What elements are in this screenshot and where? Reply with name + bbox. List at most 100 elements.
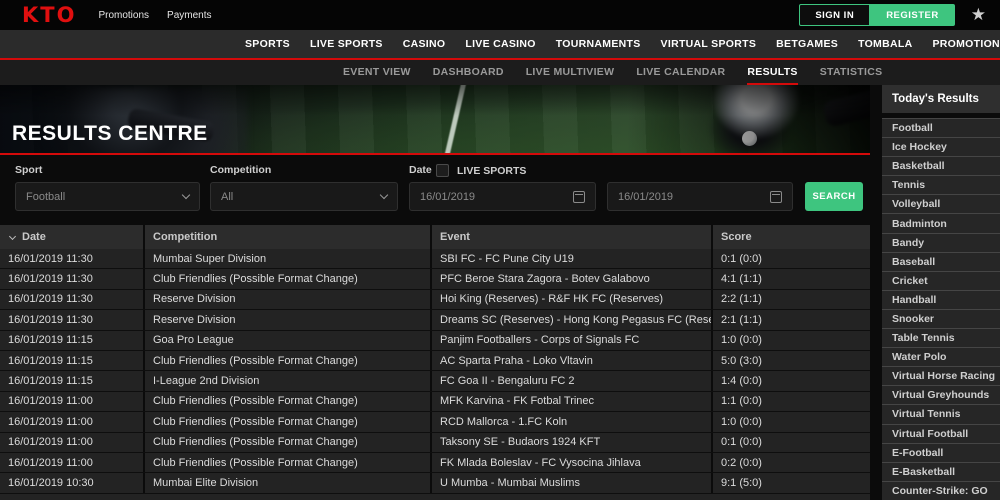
table-row[interactable]: 16/01/2019 11:00 Club Friendlies (Possib…	[0, 412, 870, 432]
sidebar-item-virtual-tennis[interactable]: Virtual Tennis	[882, 404, 1000, 423]
sidebar-item-water-polo[interactable]: Water Polo	[882, 347, 1000, 366]
sidebar-item-baseball[interactable]: Baseball	[882, 252, 1000, 271]
sidebar-item-badminton[interactable]: Badminton	[882, 213, 1000, 232]
sport-select-value: Football	[26, 191, 183, 203]
table-row[interactable]: 16/01/2019 11:15 I-League 2nd Division F…	[0, 371, 870, 391]
competition-select[interactable]: All	[210, 182, 398, 211]
sort-chevron-icon	[9, 232, 16, 239]
table-row[interactable]: 16/01/2019 11:00 Club Friendlies (Possib…	[0, 453, 870, 473]
top-link-promotions[interactable]: Promotions	[98, 10, 149, 21]
main-content: RESULTS CENTRE Sport Football Competitio…	[0, 85, 870, 500]
hero-banner: RESULTS CENTRE	[0, 85, 870, 155]
live-sports-checkbox[interactable]	[436, 164, 449, 177]
cell-date: 16/01/2019 11:30	[0, 290, 143, 309]
sidebar-item-handball[interactable]: Handball	[882, 290, 1000, 309]
nav-item-sports[interactable]: SPORTS	[245, 38, 290, 50]
sidebar-title: Today's Results	[882, 85, 1000, 113]
cell-date: 16/01/2019 11:30	[0, 310, 143, 329]
top-right: SIGN IN REGISTER ★	[799, 4, 986, 26]
sidebar-item-bandy[interactable]: Bandy	[882, 233, 1000, 252]
cell-date: 16/01/2019 11:00	[0, 433, 143, 452]
table-row[interactable]: 16/01/2019 10:30 Mumbai Elite Division U…	[0, 473, 870, 493]
cell-competition: Mumbai Super Division	[143, 249, 430, 268]
column-header-date[interactable]: Date	[0, 225, 143, 249]
sidebar-item-basketball[interactable]: Basketball	[882, 156, 1000, 175]
sidebar-list: Football Ice Hockey Basketball Tennis Vo…	[882, 118, 1000, 500]
nav-item-promotions[interactable]: PROMOTIONS	[932, 38, 1000, 50]
table-header: Date Competition Event Score	[0, 225, 870, 249]
sidebar-item-virtual-football[interactable]: Virtual Football	[882, 424, 1000, 443]
cell-date: 16/01/2019 11:30	[0, 249, 143, 268]
date-to-input[interactable]: 16/01/2019	[607, 182, 793, 211]
sidebar-item-e-football[interactable]: E-Football	[882, 443, 1000, 462]
nav-item-live-sports[interactable]: LIVE SPORTS	[310, 38, 383, 50]
cell-competition: Club Friendlies (Possible Format Change)	[143, 412, 430, 431]
favorites-star-icon[interactable]: ★	[971, 5, 986, 25]
sidebar-item-snooker[interactable]: Snooker	[882, 309, 1000, 328]
cell-score: 1:0 (0:0)	[711, 412, 870, 431]
tab-live-calendar[interactable]: LIVE CALENDAR	[636, 60, 725, 85]
sidebar-item-counter-strike[interactable]: Counter-Strike: GO	[882, 481, 1000, 500]
page: KTO Promotions Payments SIGN IN REGISTER…	[0, 0, 1000, 500]
nav-item-tombala[interactable]: TOMBALA	[858, 38, 912, 50]
kto-logo[interactable]: KTO	[22, 3, 76, 27]
sidebar-item-cricket[interactable]: Cricket	[882, 271, 1000, 290]
cell-competition: Club Friendlies (Possible Format Change)	[143, 392, 430, 411]
cell-event: AC Sparta Praha - Loko Vltavin	[430, 351, 711, 370]
cell-event: U Mumba - Mumbai Muslims	[430, 473, 711, 492]
register-button[interactable]: REGISTER	[870, 4, 955, 26]
table-row[interactable]: 16/01/2019 11:30 Reserve Division Hoi Ki…	[0, 290, 870, 310]
sidebar-item-tennis[interactable]: Tennis	[882, 175, 1000, 194]
sidebar-item-e-basketball[interactable]: E-Basketball	[882, 462, 1000, 481]
sidebar-item-volleyball[interactable]: Volleyball	[882, 194, 1000, 213]
cell-event: Dreams SC (Reserves) - Hong Kong Pegasus…	[430, 310, 711, 329]
cell-score: 2:2 (1:1)	[711, 290, 870, 309]
table-row[interactable]: 16/01/2019 11:30 Reserve Division Dreams…	[0, 310, 870, 330]
table-row[interactable]: 16/01/2019 11:30 Club Friendlies (Possib…	[0, 269, 870, 289]
sidebar-item-table-tennis[interactable]: Table Tennis	[882, 328, 1000, 347]
table-row[interactable]: 16/01/2019 11:00 Club Friendlies (Possib…	[0, 433, 870, 453]
table-row[interactable]: 16/01/2019 11:00 Club Friendlies (Possib…	[0, 392, 870, 412]
cell-event: FC Goa II - Bengaluru FC 2	[430, 371, 711, 390]
cell-event: PFC Beroe Stara Zagora - Botev Galabovo	[430, 269, 711, 288]
table-row-partial	[0, 494, 870, 500]
table-row[interactable]: 16/01/2019 11:15 Goa Pro League Panjim F…	[0, 331, 870, 351]
cell-date: 16/01/2019 11:00	[0, 412, 143, 431]
nav-item-tournaments[interactable]: TOURNAMENTS	[556, 38, 641, 50]
nav-item-virtual-sports[interactable]: VIRTUAL SPORTS	[661, 38, 757, 50]
top-link-payments[interactable]: Payments	[167, 10, 211, 21]
sport-select[interactable]: Football	[15, 182, 200, 211]
cell-competition: Reserve Division	[143, 310, 430, 329]
sign-in-button[interactable]: SIGN IN	[799, 4, 870, 26]
tab-live-multiview[interactable]: LIVE MULTIVIEW	[526, 60, 615, 85]
cell-score: 4:1 (1:1)	[711, 269, 870, 288]
cell-date: 16/01/2019 11:15	[0, 371, 143, 390]
column-header-date-label: Date	[22, 231, 46, 243]
tab-dashboard[interactable]: DASHBOARD	[433, 60, 504, 85]
sidebar-item-virtual-greyhounds[interactable]: Virtual Greyhounds	[882, 385, 1000, 404]
tab-event-view[interactable]: EVENT VIEW	[343, 60, 411, 85]
competition-select-value: All	[221, 191, 381, 203]
nav-item-betgames[interactable]: BETGAMES	[776, 38, 838, 50]
calendar-icon	[770, 191, 782, 203]
cell-event: RCD Mallorca - 1.FC Koln	[430, 412, 711, 431]
cell-competition: I-League 2nd Division	[143, 371, 430, 390]
search-button[interactable]: SEARCH	[805, 182, 863, 211]
live-sports-label[interactable]: LIVE SPORTS	[457, 165, 526, 177]
nav-item-casino[interactable]: CASINO	[403, 38, 446, 50]
column-header-competition[interactable]: Competition	[143, 225, 430, 249]
tab-results[interactable]: RESULTS	[747, 60, 797, 85]
nav-item-live-casino[interactable]: LIVE CASINO	[465, 38, 535, 50]
sidebar-item-ice-hockey[interactable]: Ice Hockey	[882, 137, 1000, 156]
date-from-input[interactable]: 16/01/2019	[409, 182, 596, 211]
table-row[interactable]: 16/01/2019 11:30 Mumbai Super Division S…	[0, 249, 870, 269]
chevron-down-icon	[380, 191, 388, 199]
sidebar-item-virtual-horse-racing[interactable]: Virtual Horse Racing	[882, 366, 1000, 385]
cell-score: 1:4 (0:0)	[711, 371, 870, 390]
column-header-event[interactable]: Event	[430, 225, 711, 249]
tab-statistics[interactable]: STATISTICS	[820, 60, 883, 85]
sidebar-item-football[interactable]: Football	[882, 118, 1000, 137]
cell-score: 0:1 (0:0)	[711, 249, 870, 268]
table-row[interactable]: 16/01/2019 11:15 Club Friendlies (Possib…	[0, 351, 870, 371]
column-header-score[interactable]: Score	[711, 225, 870, 249]
